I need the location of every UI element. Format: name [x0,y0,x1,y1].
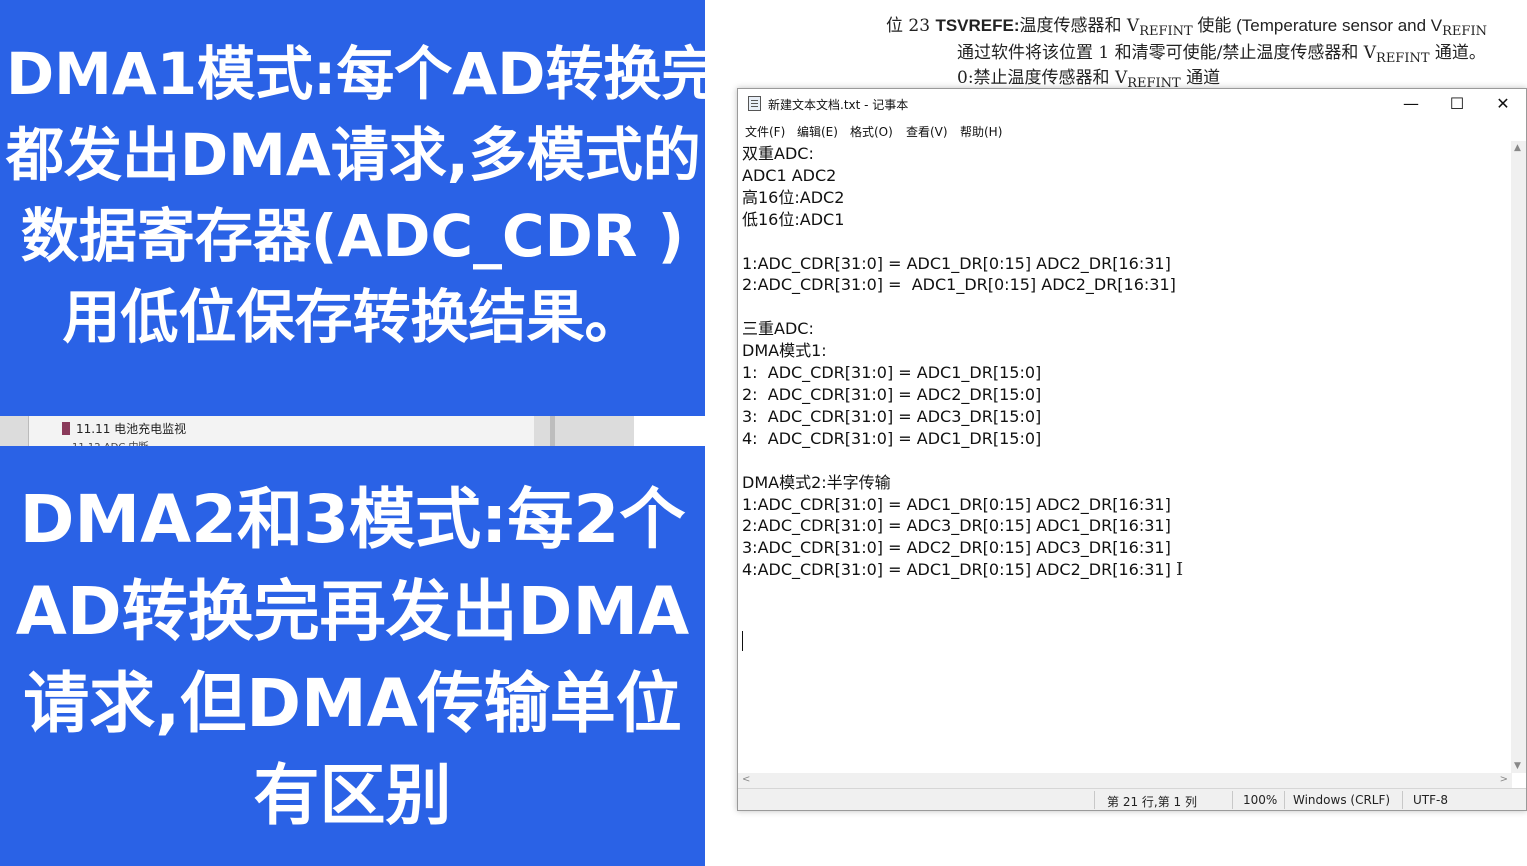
caption-line: 都发出DMA请求,多模式的 [6,121,701,189]
close-button[interactable]: ✕ [1480,89,1526,119]
subscript-a: REFINT [1139,24,1193,39]
menu-view[interactable]: 查看(V) [906,123,948,140]
window-title: 新建文本文档.txt - 记事本 [768,98,909,112]
zoom-level: 100% [1243,793,1278,807]
maximize-button[interactable]: ☐ [1434,89,1480,119]
editor-content[interactable]: 双重ADC: ADC1 ADC2 高16位:ADC2 低16位:ADC1 1:A… [742,143,1176,581]
cursor-position: 第 21 行,第 1 列 [1107,795,1197,809]
menu-help[interactable]: 帮助(H) [960,123,1002,140]
desc-text-b: 通道。 [1429,43,1486,63]
ibeam-cursor-icon: I [1176,559,1184,580]
pdf-outline-panel: 11.11 电池充电监视 11.12 ADC 中断 [0,416,634,453]
line-ending: Windows (CRLF) [1293,793,1391,807]
menu-bar: 文件(F) 编辑(E) 格式(O) 查看(V) 帮助(H) [738,119,1526,141]
text-caret [742,631,743,651]
outline-item-label: 11.11 电池充电监视 [76,422,187,436]
encoding: UTF-8 [1413,793,1448,807]
title-bar[interactable]: 新建文本文档.txt - 记事本 — ☐ ✕ [738,89,1526,119]
desc-subscript: REFINT [1376,51,1430,66]
horizontal-scrollbar[interactable]: < > [738,773,1512,788]
caption-overlay-top: DMA1模式:每个AD转换完 都发出DMA请求,多模式的 数据寄存器(ADC_C… [0,0,720,416]
caption-line: 请求,但DMA传输单位 [23,665,682,742]
caption-line: DMA2和3模式:每2个 [19,481,686,558]
caption-line: AD转换完再发出DMA [15,573,690,650]
field-desc-b: 使能 (Temperature sensor and V [1192,16,1443,35]
status-divider [1284,791,1285,809]
status-bar: 第 21 行,第 1 列 100% Windows (CRLF) UTF-8 [738,788,1526,810]
text-editor[interactable]: 双重ADC: ADC1 ADC2 高16位:ADC2 低16位:ADC1 1:A… [738,141,1512,773]
datasheet-zero-line: 0:禁止温度传感器和 VREFINT 通道 [957,63,1220,91]
scroll-right-icon[interactable]: > [1500,774,1508,785]
outline-scrollbar[interactable] [550,416,555,446]
notepad-icon [748,96,761,111]
status-divider [1232,791,1233,809]
bookmark-icon [62,422,70,435]
desc-text-a: 通过软件将该位置 1 和清零可使能/禁止温度传感器和 V [957,43,1377,63]
menu-file[interactable]: 文件(F) [745,123,785,140]
outline-item[interactable]: 11.11 电池充电监视 [62,420,186,437]
caption-overlay-bottom: DMA2和3模式:每2个 AD转换完再发出DMA 请求,但DMA传输单位 有区别 [0,446,705,866]
status-divider [1094,791,1095,809]
caption-line: DMA1模式:每个AD转换完 [6,40,720,108]
zero-text-b: 通道 [1180,68,1221,88]
minimize-button[interactable]: — [1388,89,1434,119]
field-desc-a: 温度传感器和 V [1019,16,1140,36]
notepad-window: 新建文本文档.txt - 记事本 — ☐ ✕ 文件(F) 编辑(E) 格式(O)… [737,88,1527,811]
caption-line: 有区别 [253,757,452,834]
datasheet-desc-line: 通过软件将该位置 1 和清零可使能/禁止温度传感器和 VREFINT 通道。 [957,38,1486,66]
field-name: TSVREFE: [935,16,1020,35]
datasheet-bit23-line: 位 23 TSVREFE:温度传感器和 VREFINT 使能 (Temperat… [886,11,1487,39]
scroll-left-icon[interactable]: < [742,774,750,785]
bit-position: 位 23 [886,16,931,36]
caption-line: 用低位保存转换结果。 [62,283,643,351]
scroll-up-icon[interactable]: ▲ [1514,143,1521,153]
vertical-scrollbar[interactable]: ▲ ▼ [1511,141,1526,773]
caption-line: 数据寄存器(ADC_CDR ) [20,202,685,270]
zero-text-a: 0:禁止温度传感器和 V [957,68,1128,88]
menu-format[interactable]: 格式(O) [850,123,893,140]
menu-edit[interactable]: 编辑(E) [797,123,838,140]
status-divider [1402,791,1403,809]
resize-grip-icon[interactable] [1514,798,1524,808]
subscript-b: REFIN [1442,24,1487,39]
scroll-down-icon[interactable]: ▼ [1514,761,1521,771]
